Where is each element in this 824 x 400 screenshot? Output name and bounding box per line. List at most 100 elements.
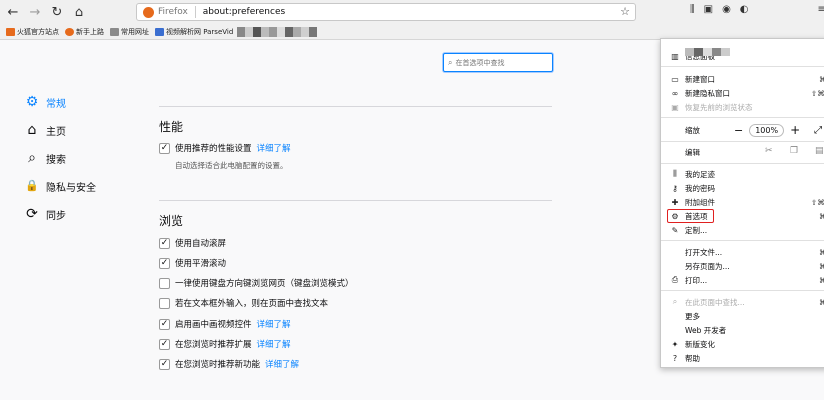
preferences-sidebar: ⚙ 常规 ⌂ 主页 ⌕ 搜索 🔒 隐私与安全 ⟳ 同步 [24, 88, 134, 228]
menu-separator [661, 66, 824, 67]
fullscreen-icon[interactable]: ⤢ [814, 125, 822, 136]
browsing-option-recommend-extensions[interactable]: ✓ 在您浏览时推荐扩展 详细了解 [159, 337, 291, 351]
menu-item-customize[interactable]: ✎ 定制... [669, 223, 824, 237]
menu-separator [661, 163, 824, 164]
bookmark-item[interactable]: 火狐官方站点 [6, 27, 59, 37]
zoom-controls: − 100% + ⤢ [734, 123, 822, 137]
forward-arrow-icon: → [29, 4, 41, 20]
shortcut-label: ⌘, [819, 211, 824, 221]
home-button[interactable]: ⌂ [70, 3, 88, 21]
checkbox-unchecked[interactable] [159, 297, 170, 309]
preferences-search-box[interactable]: ⌕ [443, 53, 553, 72]
learn-more-link[interactable]: 详细了解 [257, 338, 291, 350]
private-mask-icon: ∞ [671, 88, 679, 98]
checkbox-unchecked[interactable] [159, 277, 170, 289]
performance-description: 自动选择适合此电脑配置的设置。 [175, 161, 288, 170]
checkbox-checked[interactable]: ✓ [159, 257, 170, 269]
sidebar-item-privacy[interactable]: 🔒 隐私与安全 [24, 172, 134, 200]
checkbox-checked[interactable]: ✓ [159, 338, 170, 350]
menu-item-new-window[interactable]: ▭ 新建窗口 ⌘N [669, 72, 824, 86]
menu-item-help[interactable]: ? 帮助 › [669, 351, 824, 365]
preferences-highlight-box [667, 209, 714, 223]
menu-item-logins[interactable]: ⚷ 我的密码 [669, 181, 824, 195]
url-bar[interactable]: Firefox about:preferences ☆ [136, 3, 636, 21]
menu-item-restore-session[interactable]: ▣ 恢复先前的浏览状态 [669, 100, 824, 114]
menu-item-find-in-page[interactable]: ⌕ 在此页面中查找... ⌘F [669, 295, 824, 309]
menu-item-print[interactable]: ⎙ 打印... ⌘P [669, 273, 824, 287]
help-icon: ? [672, 353, 678, 363]
learn-more-link[interactable]: 详细了解 [265, 358, 299, 370]
library-icon[interactable]: ⫼ [690, 4, 695, 15]
reload-icon: ↻ [51, 4, 63, 20]
bookmark-star-icon[interactable]: ☆ [620, 5, 630, 18]
menu-icon[interactable]: ≡ [818, 4, 824, 15]
sidebar-item-sync[interactable]: ⟳ 同步 [24, 200, 134, 228]
zoom-out-button[interactable]: − [734, 124, 743, 137]
browsing-option-recommend-features[interactable]: ✓ 在您浏览时推荐新功能 详细了解 [159, 357, 299, 371]
sidebar-item-home[interactable]: ⌂ 主页 [24, 116, 134, 144]
bookmark-item[interactable]: 常用网址 [110, 27, 149, 37]
restore-session-icon: ▣ [671, 102, 679, 112]
menu-item-edit: 编辑 [685, 147, 700, 157]
zoom-in-button[interactable]: + [790, 123, 800, 137]
account-icon[interactable]: ◉ [722, 4, 731, 15]
blurred-account-row [685, 48, 730, 56]
performance-section-title: 性能 [159, 120, 184, 134]
copy-icon[interactable]: ❐ [790, 146, 798, 156]
sidebar-item-search[interactable]: ⌕ 搜索 [24, 144, 134, 172]
menu-item-private-window[interactable]: ∞ 新建隐私窗口 ⇧⌘P [669, 86, 824, 100]
sync-icon: ⟳ [26, 206, 38, 222]
sidebar-icon[interactable]: ▣ [704, 4, 713, 15]
sidebar-item-general[interactable]: ⚙ 常规 [24, 88, 134, 116]
printer-icon: ⎙ [671, 275, 679, 284]
bookmark-folder-icon [6, 27, 15, 36]
menu-item-whats-new[interactable]: ✦ 新版变化 › [669, 337, 824, 351]
checkbox-checked[interactable]: ✓ [159, 142, 170, 154]
url-text[interactable]: about:preferences [203, 7, 285, 17]
reload-button[interactable]: ↻ [48, 3, 66, 21]
shortcut-label: ⌘F [819, 297, 824, 307]
extension-icon[interactable]: ◐ [740, 4, 749, 15]
bookmark-item[interactable]: 视频解析网 ParseVid [155, 27, 233, 37]
back-arrow-icon: ← [7, 4, 19, 20]
back-button[interactable]: ← [4, 3, 22, 21]
toolbar-right-icons: ⫼ ▣ ◉ ◐ ≡ [690, 4, 824, 15]
puzzle-icon: ✚ [671, 197, 679, 207]
learn-more-link[interactable]: 详细了解 [257, 318, 291, 330]
zoom-reset-button[interactable]: 100% [749, 123, 785, 137]
menu-separator [661, 141, 824, 142]
paste-icon[interactable]: ▤ [815, 146, 824, 156]
section-divider [159, 106, 552, 107]
shortcut-label: ⇧⌘A [811, 197, 824, 207]
browsing-option-caret-browsing[interactable]: 一律使用键盘方向键浏览网页（键盘浏览模式） [159, 276, 354, 290]
bookmark-item[interactable]: 新手上路 [65, 27, 104, 37]
checkbox-checked[interactable]: ✓ [159, 237, 170, 249]
firefox-logo-icon [143, 6, 154, 18]
browsing-option-smooth-scroll[interactable]: ✓ 使用平滑滚动 [159, 256, 226, 270]
browsing-option-picture-in-picture[interactable]: ✓ 启用画中画视频控件 详细了解 [159, 317, 291, 331]
bookmark-folder-icon [110, 27, 119, 36]
search-icon: ⌕ [448, 57, 453, 67]
performance-recommended-option[interactable]: ✓ 使用推荐的性能设置 详细了解 [159, 141, 291, 155]
gear-icon: ⚙ [25, 94, 39, 110]
shortcut-label: ⌘O [819, 247, 824, 257]
checkbox-checked[interactable]: ✓ [159, 358, 170, 370]
library-icon: ⫼ [673, 169, 677, 178]
checkbox-checked[interactable]: ✓ [159, 318, 170, 330]
shortcut-label: ⌘S [819, 261, 824, 271]
menu-item-more[interactable]: 更多 › [669, 309, 824, 323]
forward-button[interactable]: → [26, 3, 44, 21]
menu-item-save-page[interactable]: 另存页面为... ⌘S [669, 259, 824, 273]
menu-item-addons[interactable]: ✚ 附加组件 ⇧⌘A [669, 195, 824, 209]
paintbrush-icon: ✎ [671, 225, 679, 235]
browsing-option-autoscroll[interactable]: ✓ 使用自动滚屏 [159, 236, 226, 250]
app-menu-panel: ▥ 信息面板 ▭ 新建窗口 ⌘N ∞ 新建隐私窗口 ⇧⌘P ▣ 恢复先前的浏览状… [660, 38, 824, 368]
menu-item-open-file[interactable]: 打开文件... ⌘O [669, 245, 824, 259]
preferences-search-input[interactable] [455, 58, 546, 67]
menu-item-web-developer[interactable]: Web 开发者 › [669, 323, 824, 337]
cut-icon[interactable]: ✂ [765, 146, 773, 156]
browsing-option-find-as-you-type[interactable]: 若在文本框外输入，则在页面中查找文本 [159, 296, 328, 310]
menu-item-library[interactable]: ⫼ 我的足迹 › [669, 167, 824, 181]
home-icon: ⌂ [74, 4, 84, 20]
learn-more-link[interactable]: 详细了解 [257, 142, 291, 154]
